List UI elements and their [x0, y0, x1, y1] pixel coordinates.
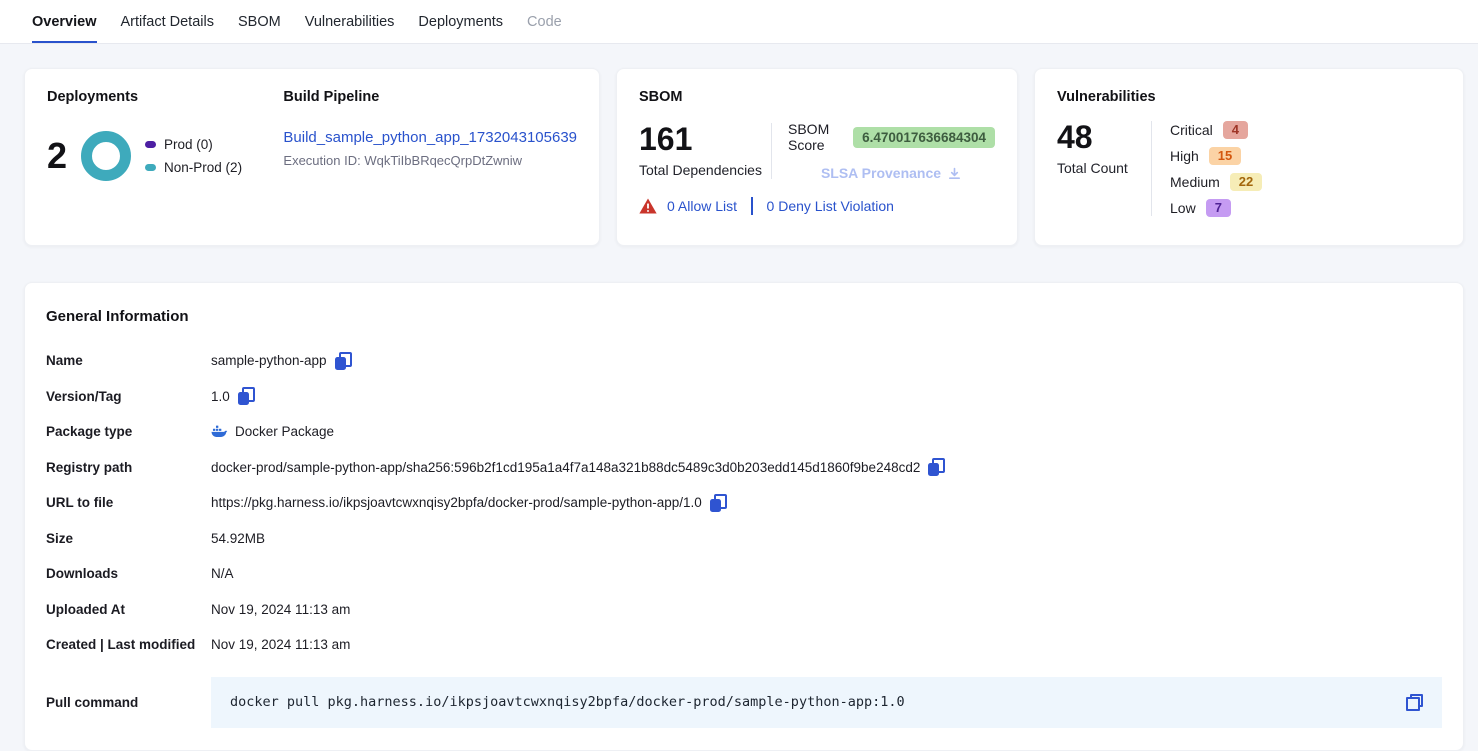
- version-tag-value: 1.0: [211, 389, 230, 404]
- info-row-size: Size 54.92MB: [46, 521, 1442, 557]
- copy-icon[interactable]: [335, 352, 352, 370]
- tab-deployments[interactable]: Deployments: [418, 0, 503, 43]
- severity-label: Low: [1170, 200, 1196, 216]
- vulnerabilities-total-label: Total Count: [1057, 160, 1151, 176]
- legend-item-prod: Prod (0): [145, 137, 242, 152]
- slsa-provenance-label: SLSA Provenance: [821, 165, 941, 181]
- summary-cards-row: Deployments 2 Prod (0) Non-Prod (2) Buil…: [24, 68, 1464, 246]
- severity-row-high: High 15: [1170, 145, 1262, 166]
- sbom-card: SBOM 161 Total Dependencies SBOM Score 6…: [616, 68, 1018, 246]
- info-label: Uploaded At: [46, 602, 211, 617]
- info-label: Created | Last modified: [46, 637, 211, 652]
- general-information-card: General Information Name sample-python-a…: [24, 282, 1464, 751]
- artifact-name-value: sample-python-app: [211, 353, 327, 368]
- docker-icon: [211, 425, 228, 438]
- severity-count-badge: 15: [1209, 147, 1241, 165]
- info-label: Pull command: [46, 695, 211, 710]
- vulnerabilities-card-title: Vulnerabilities: [1057, 89, 1441, 105]
- tab-sbom[interactable]: SBOM: [238, 0, 281, 43]
- nonprod-legend-label: Non-Prod (2): [164, 160, 242, 175]
- warning-icon: [639, 198, 657, 214]
- info-row-package-type: Package type Docker Package: [46, 414, 1442, 450]
- tab-overview[interactable]: Overview: [32, 0, 97, 43]
- info-row-uploaded-at: Uploaded At Nov 19, 2024 11:13 am: [46, 592, 1442, 628]
- general-information-title: General Information: [46, 308, 1442, 325]
- downloads-value: N/A: [211, 566, 234, 581]
- legend-item-nonprod: Non-Prod (2): [145, 160, 242, 175]
- severity-label: Critical: [1170, 122, 1213, 138]
- sbom-total-count: 161: [639, 121, 771, 158]
- deny-list-link[interactable]: 0 Deny List Violation: [767, 198, 894, 214]
- severity-row-low: Low 7: [1170, 197, 1262, 218]
- slsa-provenance-link[interactable]: SLSA Provenance: [821, 165, 962, 181]
- info-row-registry-path: Registry path docker-prod/sample-python-…: [46, 450, 1442, 486]
- sbom-score-badge: 6.470017636684304: [853, 127, 995, 148]
- info-row-version: Version/Tag 1.0: [46, 379, 1442, 415]
- info-row-created-modified: Created | Last modified Nov 19, 2024 11:…: [46, 627, 1442, 663]
- info-label: Name: [46, 353, 211, 368]
- info-label: URL to file: [46, 495, 211, 510]
- info-label: Package type: [46, 424, 211, 439]
- build-pipeline-title: Build Pipeline: [283, 89, 577, 105]
- info-row-url: URL to file https://pkg.harness.io/ikpsj…: [46, 485, 1442, 521]
- severity-count-badge: 7: [1206, 199, 1231, 217]
- registry-path-value: docker-prod/sample-python-app/sha256:596…: [211, 460, 920, 475]
- allow-list-link[interactable]: 0 Allow List: [667, 198, 737, 214]
- deployments-card: Deployments 2 Prod (0) Non-Prod (2) Buil…: [24, 68, 600, 246]
- deployments-legend: Prod (0) Non-Prod (2): [145, 137, 242, 175]
- info-label: Version/Tag: [46, 389, 211, 404]
- vulnerabilities-card: Vulnerabilities 48 Total Count Critical …: [1034, 68, 1464, 246]
- tab-artifact-details[interactable]: Artifact Details: [121, 0, 214, 43]
- severity-count-badge: 22: [1230, 173, 1262, 191]
- pull-command-box: docker pull pkg.harness.io/ikpsjoavtcwxn…: [211, 677, 1442, 728]
- info-row-pull-command: Pull command docker pull pkg.harness.io/…: [46, 677, 1442, 728]
- deployments-total-count: 2: [47, 135, 67, 177]
- severity-list: Critical 4 High 15 Medium 22 Low 7: [1152, 119, 1262, 218]
- info-label: Downloads: [46, 566, 211, 581]
- allow-deny-divider: [751, 197, 753, 215]
- severity-row-medium: Medium 22: [1170, 171, 1262, 192]
- copy-icon[interactable]: [928, 458, 945, 476]
- sbom-total-label: Total Dependencies: [639, 162, 771, 178]
- info-row-name: Name sample-python-app: [46, 343, 1442, 379]
- size-value: 54.92MB: [211, 531, 265, 546]
- info-label: Size: [46, 531, 211, 546]
- prod-legend-dot: [145, 141, 156, 148]
- tab-code: Code: [527, 0, 562, 43]
- pull-command-value: docker pull pkg.harness.io/ikpsjoavtcwxn…: [230, 694, 905, 710]
- tab-vulnerabilities[interactable]: Vulnerabilities: [305, 0, 395, 43]
- copy-icon[interactable]: [238, 387, 255, 405]
- vulnerabilities-total-count: 48: [1057, 119, 1151, 156]
- info-label: Registry path: [46, 460, 211, 475]
- nonprod-legend-dot: [145, 164, 156, 171]
- build-pipeline-link[interactable]: Build_sample_python_app_1732043105639: [283, 129, 577, 146]
- severity-row-critical: Critical 4: [1170, 119, 1262, 140]
- deployments-donut-chart: [81, 131, 131, 181]
- package-type-value: Docker Package: [235, 424, 334, 439]
- download-icon: [947, 166, 962, 181]
- uploaded-at-value: Nov 19, 2024 11:13 am: [211, 602, 350, 617]
- prod-legend-label: Prod (0): [164, 137, 213, 152]
- url-to-file-value: https://pkg.harness.io/ikpsjoavtcwxnqisy…: [211, 495, 702, 510]
- sbom-card-title: SBOM: [639, 89, 995, 105]
- execution-id-text: Execution ID: WqkTiIbBRqecQrpDtZwniw: [283, 153, 577, 168]
- copy-icon[interactable]: [710, 494, 727, 512]
- sbom-score-label: SBOM Score: [788, 121, 844, 153]
- severity-label: Medium: [1170, 174, 1220, 190]
- info-row-downloads: Downloads N/A: [46, 556, 1442, 592]
- severity-label: High: [1170, 148, 1199, 164]
- severity-count-badge: 4: [1223, 121, 1248, 139]
- deployments-card-title: Deployments: [47, 89, 283, 105]
- tab-bar: Overview Artifact Details SBOM Vulnerabi…: [0, 0, 1478, 44]
- created-modified-value: Nov 19, 2024 11:13 am: [211, 637, 350, 652]
- copy-pull-command-icon[interactable]: [1406, 694, 1423, 711]
